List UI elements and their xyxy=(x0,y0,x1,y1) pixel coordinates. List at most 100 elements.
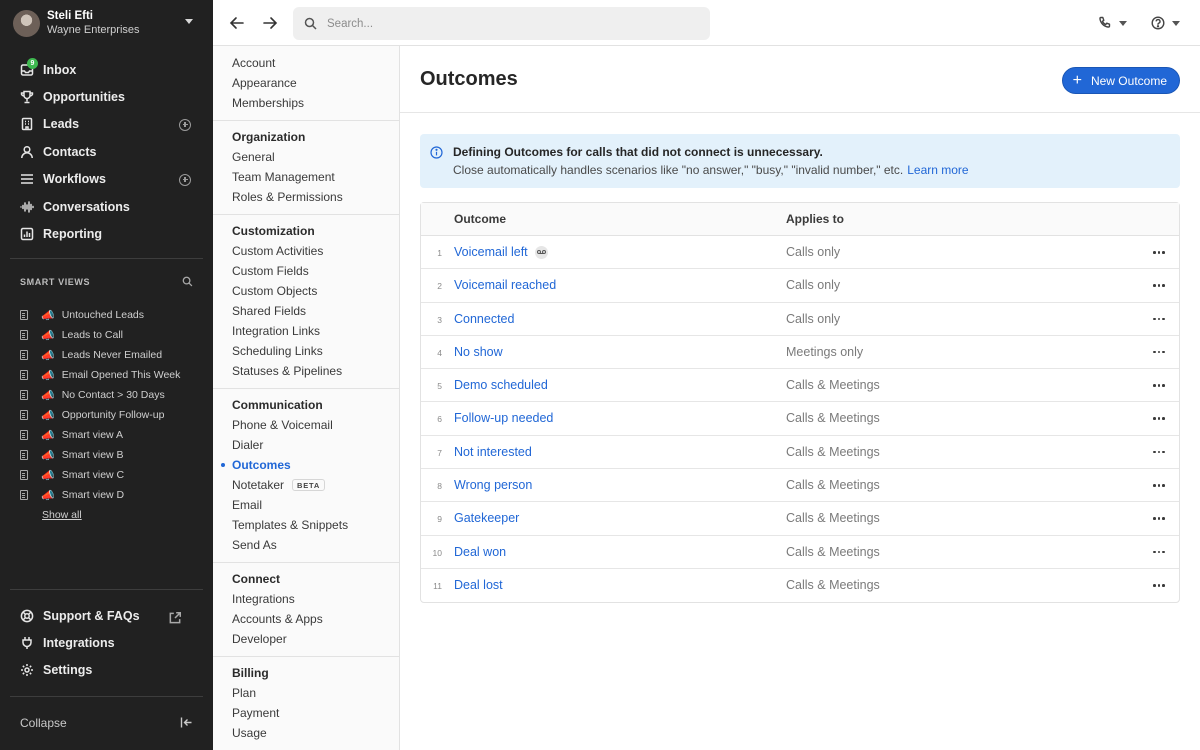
more-options-icon[interactable] xyxy=(1153,251,1165,254)
smart-view-item[interactable]: 📣 Opportunity Follow-up xyxy=(20,405,200,425)
settings-item-scheduling-links[interactable]: Scheduling Links xyxy=(213,341,400,361)
table-row[interactable]: 5 Demo scheduled Calls & Meetings xyxy=(421,369,1179,403)
smart-view-item[interactable]: 📣 Smart view C xyxy=(20,465,200,485)
table-row[interactable]: 9 Gatekeeper Calls & Meetings xyxy=(421,502,1179,536)
smart-view-item[interactable]: 📣 Email Opened This Week xyxy=(20,365,200,385)
settings-item-plan[interactable]: Plan xyxy=(213,683,400,703)
outcome-name-link[interactable]: Gatekeeper xyxy=(454,511,519,525)
smart-view-item[interactable]: 📣 No Contact > 30 Days xyxy=(20,385,200,405)
more-options-icon[interactable] xyxy=(1153,450,1165,454)
more-options-icon[interactable] xyxy=(1153,550,1165,554)
more-options-icon[interactable] xyxy=(1153,417,1165,421)
search-icon[interactable] xyxy=(182,276,193,287)
settings-item-notetaker[interactable]: Notetaker BETA xyxy=(213,475,400,495)
table-row[interactable]: 11 Deal lost Calls & Meetings xyxy=(421,569,1179,602)
settings-item-statuses-pipelines[interactable]: Statuses & Pipelines xyxy=(213,361,400,381)
outcome-name: Not interested xyxy=(454,444,532,459)
settings-item-email[interactable]: Email xyxy=(213,495,400,515)
nav-item-integrations[interactable]: Integrations xyxy=(10,630,203,657)
learn-more-link[interactable]: Learn more xyxy=(907,163,968,177)
settings-item-appearance[interactable]: Appearance xyxy=(213,73,400,93)
table-row[interactable]: 3 Connected Calls only xyxy=(421,303,1179,336)
outcome-name-link[interactable]: No show xyxy=(454,345,503,359)
applies-to-value: Calls & Meetings xyxy=(786,411,880,426)
settings-item-account[interactable]: Account xyxy=(213,53,400,73)
collapse-sidebar-button[interactable]: Collapse xyxy=(20,716,193,730)
back-arrow-icon[interactable] xyxy=(228,14,246,32)
smart-view-item[interactable]: 📣 Leads to Call xyxy=(20,325,200,345)
settings-item-general[interactable]: General xyxy=(213,147,400,167)
settings-item-templates[interactable]: Templates & Snippets xyxy=(213,515,400,535)
table-row[interactable]: 2 Voicemail reached Calls only xyxy=(421,269,1179,303)
nav-item-conversations[interactable]: Conversations xyxy=(10,193,203,220)
outcome-name-link[interactable]: Not interested xyxy=(454,445,532,459)
help-menu-button[interactable] xyxy=(1151,15,1180,31)
nav-item-settings[interactable]: Settings xyxy=(10,656,203,683)
more-options-icon[interactable] xyxy=(1153,484,1165,487)
smart-view-item[interactable]: 📣 Leads Never Emailed xyxy=(20,345,200,365)
settings-item-team-management[interactable]: Team Management xyxy=(213,167,400,187)
outcome-name-link[interactable]: Deal won xyxy=(454,545,506,559)
nav-item-inbox[interactable]: 9 Inbox xyxy=(10,56,203,83)
settings-item-custom-objects[interactable]: Custom Objects xyxy=(213,281,400,301)
settings-item-roles[interactable]: Roles & Permissions xyxy=(213,187,400,207)
settings-item-outcomes[interactable]: Outcomes xyxy=(213,455,400,475)
more-options-icon[interactable] xyxy=(1153,350,1165,354)
table-row[interactable]: 1 Voicemail left Calls only xyxy=(421,236,1179,270)
table-row[interactable]: 4 No show Meetings only xyxy=(421,336,1179,370)
outcome-name-link[interactable]: Deal lost xyxy=(454,578,503,592)
settings-item-phone-voicemail[interactable]: Phone & Voicemail xyxy=(213,415,400,435)
more-options-icon[interactable] xyxy=(1153,583,1165,587)
settings-item-integration-links[interactable]: Integration Links xyxy=(213,321,400,341)
settings-item-usage[interactable]: Usage xyxy=(213,723,400,743)
avatar xyxy=(13,9,40,37)
settings-item-payment[interactable]: Payment xyxy=(213,703,400,723)
smart-view-item[interactable]: 📣 Smart view D xyxy=(20,485,200,505)
settings-item-shared-fields[interactable]: Shared Fields xyxy=(213,301,400,321)
add-lead-icon[interactable] xyxy=(179,118,191,131)
more-options-icon[interactable] xyxy=(1153,384,1165,387)
smart-view-item[interactable]: 📣 Smart view B xyxy=(20,445,200,465)
nav-item-contacts[interactable]: Contacts xyxy=(10,138,203,165)
settings-item-accounts-apps[interactable]: Accounts & Apps xyxy=(213,609,400,629)
table-row[interactable]: 6 Follow-up needed Calls & Meetings xyxy=(421,402,1179,436)
nav-item-support[interactable]: Support & FAQs xyxy=(10,603,203,630)
add-workflow-icon[interactable] xyxy=(179,173,191,186)
nav-item-opportunities[interactable]: Opportunities xyxy=(10,83,203,110)
outcome-name-link[interactable]: Demo scheduled xyxy=(454,378,548,392)
connect-section: Connect Integrations Accounts & Apps Dev… xyxy=(213,569,400,649)
user-switcher[interactable]: Steli Efti Wayne Enterprises xyxy=(0,0,213,46)
settings-item-developer[interactable]: Developer xyxy=(213,629,400,649)
more-options-icon[interactable] xyxy=(1153,284,1165,287)
table-row[interactable]: 7 Not interested Calls & Meetings xyxy=(421,436,1179,470)
search-input[interactable] xyxy=(327,17,687,30)
nav-item-leads[interactable]: Leads xyxy=(10,111,203,138)
table-row[interactable]: 8 Wrong person Calls & Meetings xyxy=(421,469,1179,503)
outcome-name-link[interactable]: Voicemail reached xyxy=(454,278,556,292)
smart-view-label: Email Opened This Week xyxy=(61,369,181,381)
smart-view-label: Leads to Call xyxy=(61,329,123,341)
smart-view-item[interactable]: 📣 Untouched Leads xyxy=(20,305,200,325)
nav-item-workflows[interactable]: Workflows xyxy=(10,166,203,193)
show-all-link[interactable]: Show all xyxy=(42,509,82,521)
forward-arrow-icon[interactable] xyxy=(261,14,279,32)
settings-item-custom-fields[interactable]: Custom Fields xyxy=(213,261,400,281)
outcome-name-link[interactable]: Wrong person xyxy=(454,478,532,492)
more-options-icon[interactable] xyxy=(1153,317,1165,321)
smart-view-item[interactable]: 📣 Smart view A xyxy=(20,425,200,445)
settings-item-memberships[interactable]: Memberships xyxy=(213,93,400,113)
outcome-name-link[interactable]: Voicemail left xyxy=(454,245,548,259)
more-options-icon[interactable] xyxy=(1153,517,1165,520)
settings-item-integrations[interactable]: Integrations xyxy=(213,589,400,609)
settings-item-custom-activities[interactable]: Custom Activities xyxy=(213,241,400,261)
account-section: Account Appearance Memberships xyxy=(213,53,400,113)
new-outcome-button[interactable]: + New Outcome xyxy=(1061,67,1180,94)
outcome-name-link[interactable]: Connected xyxy=(454,312,514,326)
phone-menu-button[interactable] xyxy=(1098,15,1127,31)
settings-item-send-as[interactable]: Send As xyxy=(213,535,400,555)
outcome-name-link[interactable]: Follow-up needed xyxy=(454,411,553,425)
table-row[interactable]: 10 Deal won Calls & Meetings xyxy=(421,536,1179,569)
global-search[interactable] xyxy=(293,7,710,40)
nav-item-reporting[interactable]: Reporting xyxy=(10,220,203,247)
settings-item-dialer[interactable]: Dialer xyxy=(213,435,400,455)
